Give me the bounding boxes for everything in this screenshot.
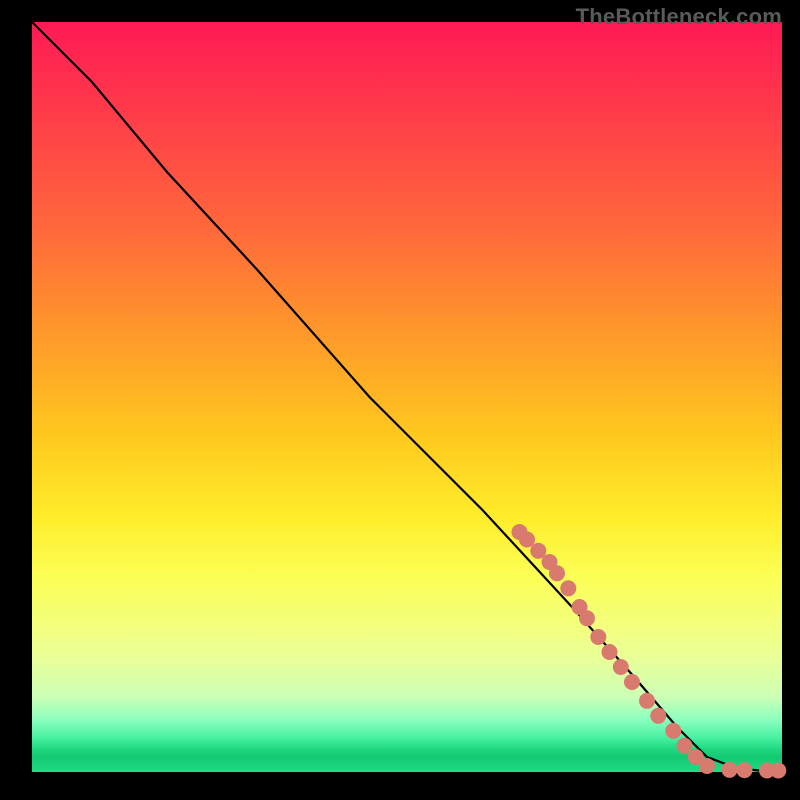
- data-marker: [650, 708, 666, 724]
- watermark-text: TheBottleneck.com: [576, 4, 782, 30]
- data-marker: [665, 723, 681, 739]
- bottleneck-curve: [32, 22, 782, 771]
- data-marker: [602, 644, 618, 660]
- data-marker: [639, 693, 655, 709]
- data-marker: [770, 763, 786, 779]
- data-marker: [590, 629, 606, 645]
- data-marker: [624, 674, 640, 690]
- plot-area: [32, 22, 782, 772]
- data-marker: [549, 565, 565, 581]
- data-marker: [560, 580, 576, 596]
- data-marker: [579, 610, 595, 626]
- data-marker: [737, 762, 753, 778]
- bottleneck-markers: [512, 524, 787, 779]
- chart-svg: [32, 22, 782, 772]
- data-marker: [613, 659, 629, 675]
- data-marker: [519, 532, 535, 548]
- data-marker: [699, 758, 715, 774]
- chart-frame: TheBottleneck.com: [0, 0, 800, 800]
- data-marker: [722, 762, 738, 778]
